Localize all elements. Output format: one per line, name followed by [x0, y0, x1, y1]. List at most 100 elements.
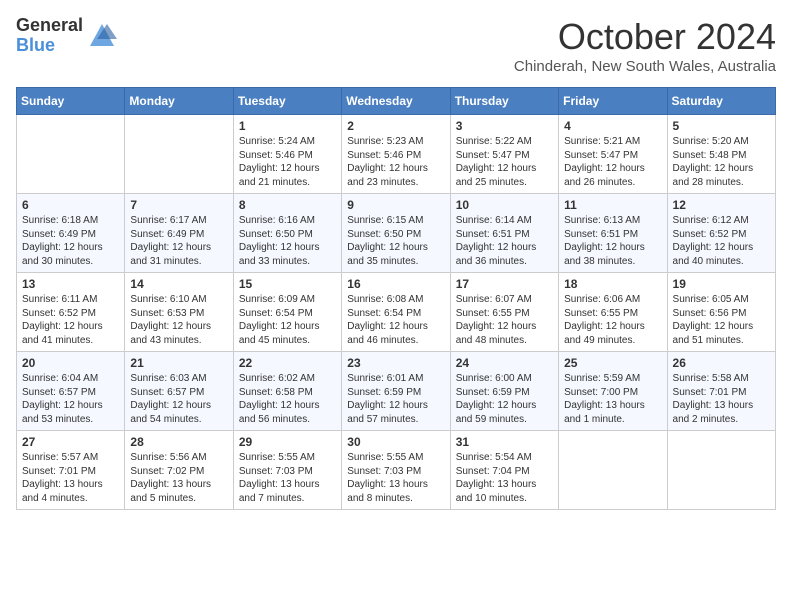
day-info: Sunrise: 6:01 AM Sunset: 6:59 PM Dayligh… [347, 372, 444, 426]
location-subtitle: Chinderah, New South Wales, Australia [514, 58, 776, 75]
calendar-cell: 25 Sunrise: 5:59 AM Sunset: 7:00 PM Dayli… [559, 352, 667, 431]
day-info: Sunrise: 5:22 AM Sunset: 5:47 PM Dayligh… [456, 135, 553, 189]
calendar-cell: 20Sunrise: 6:04 AM Sunset: 6:57 PM Dayli… [17, 352, 125, 431]
day-number: 14 [130, 277, 227, 291]
day-number: 8 [239, 198, 336, 212]
day-of-week-header: Thursday [450, 88, 558, 115]
day-info: Sunrise: 5:59 AM Sunset: 7:00 PM Dayligh… [564, 372, 661, 426]
calendar-table: SundayMondayTuesdayWednesdayThursdayFrid… [16, 87, 776, 510]
calendar-cell [125, 115, 233, 194]
calendar-cell: 14 Sunrise: 6:10 AM Sunset: 6:53 PM Dayli… [125, 273, 233, 352]
logo: General Blue [16, 16, 117, 56]
day-info: Sunrise: 6:15 AM Sunset: 6:50 PM Dayligh… [347, 214, 444, 268]
day-of-week-header: Friday [559, 88, 667, 115]
day-of-week-header: Saturday [667, 88, 775, 115]
page-header: General Blue October 2024 Chinderah, New… [16, 16, 776, 75]
day-number: 24 [456, 356, 553, 370]
calendar-cell: 5 Sunrise: 5:20 AM Sunset: 5:48 PM Daylig… [667, 115, 775, 194]
day-number: 21 [130, 356, 227, 370]
month-title: October 2024 [514, 16, 776, 58]
day-info: Sunrise: 6:07 AM Sunset: 6:55 PM Dayligh… [456, 293, 553, 347]
calendar-cell: 17Sunrise: 6:07 AM Sunset: 6:55 PM Dayli… [450, 273, 558, 352]
day-info: Sunrise: 5:57 AM Sunset: 7:01 PM Dayligh… [22, 451, 119, 505]
calendar-week-row: 1Sunrise: 5:24 AM Sunset: 5:46 PM Daylig… [17, 115, 776, 194]
day-of-week-header: Monday [125, 88, 233, 115]
day-number: 19 [673, 277, 770, 291]
day-info: Sunrise: 5:20 AM Sunset: 5:48 PM Dayligh… [673, 135, 770, 189]
calendar-cell: 2 Sunrise: 5:23 AM Sunset: 5:46 PM Daylig… [342, 115, 450, 194]
day-info: Sunrise: 5:58 AM Sunset: 7:01 PM Dayligh… [673, 372, 770, 426]
day-number: 16 [347, 277, 444, 291]
calendar-cell: 28Sunrise: 5:56 AM Sunset: 7:02 PM Dayli… [125, 431, 233, 510]
logo-icon [87, 21, 117, 51]
calendar-cell: 24Sunrise: 6:00 AM Sunset: 6:59 PM Dayli… [450, 352, 558, 431]
calendar-cell: 26 Sunrise: 5:58 AM Sunset: 7:01 PM Dayli… [667, 352, 775, 431]
day-number: 5 [673, 119, 770, 133]
calendar-cell: 30 Sunrise: 5:55 AM Sunset: 7:03 PM Dayli… [342, 431, 450, 510]
calendar-cell [667, 431, 775, 510]
calendar-cell: 18Sunrise: 6:06 AM Sunset: 6:55 PM Dayli… [559, 273, 667, 352]
day-number: 20 [22, 356, 119, 370]
day-info: Sunrise: 5:56 AM Sunset: 7:02 PM Dayligh… [130, 451, 227, 505]
day-number: 2 [347, 119, 444, 133]
day-number: 25 [564, 356, 661, 370]
day-info: Sunrise: 5:55 AM Sunset: 7:03 PM Dayligh… [347, 451, 444, 505]
calendar-header-row: SundayMondayTuesdayWednesdayThursdayFrid… [17, 88, 776, 115]
day-info: Sunrise: 6:08 AM Sunset: 6:54 PM Dayligh… [347, 293, 444, 347]
day-info: Sunrise: 6:05 AM Sunset: 6:56 PM Dayligh… [673, 293, 770, 347]
calendar-cell: 8 Sunrise: 6:16 AM Sunset: 6:50 PM Daylig… [233, 194, 341, 273]
day-number: 4 [564, 119, 661, 133]
day-of-week-header: Sunday [17, 88, 125, 115]
logo-blue-text: Blue [16, 36, 83, 56]
calendar-week-row: 13Sunrise: 6:11 AM Sunset: 6:52 PM Dayli… [17, 273, 776, 352]
day-info: Sunrise: 6:18 AM Sunset: 6:49 PM Dayligh… [22, 214, 119, 268]
day-number: 15 [239, 277, 336, 291]
calendar-cell: 15 Sunrise: 6:09 AM Sunset: 6:54 PM Dayli… [233, 273, 341, 352]
day-number: 22 [239, 356, 336, 370]
calendar-week-row: 6 Sunrise: 6:18 AM Sunset: 6:49 PM Daylig… [17, 194, 776, 273]
day-number: 6 [22, 198, 119, 212]
day-number: 29 [239, 435, 336, 449]
day-info: Sunrise: 6:16 AM Sunset: 6:50 PM Dayligh… [239, 214, 336, 268]
day-of-week-header: Wednesday [342, 88, 450, 115]
logo-general-text: General [16, 16, 83, 36]
day-of-week-header: Tuesday [233, 88, 341, 115]
day-number: 11 [564, 198, 661, 212]
day-number: 31 [456, 435, 553, 449]
day-info: Sunrise: 6:13 AM Sunset: 6:51 PM Dayligh… [564, 214, 661, 268]
calendar-cell: 9 Sunrise: 6:15 AM Sunset: 6:50 PM Daylig… [342, 194, 450, 273]
day-number: 3 [456, 119, 553, 133]
calendar-cell: 23 Sunrise: 6:01 AM Sunset: 6:59 PM Dayli… [342, 352, 450, 431]
day-number: 27 [22, 435, 119, 449]
day-info: Sunrise: 6:09 AM Sunset: 6:54 PM Dayligh… [239, 293, 336, 347]
title-section: October 2024 Chinderah, New South Wales,… [514, 16, 776, 75]
calendar-cell: 11 Sunrise: 6:13 AM Sunset: 6:51 PM Dayli… [559, 194, 667, 273]
day-number: 7 [130, 198, 227, 212]
day-info: Sunrise: 5:23 AM Sunset: 5:46 PM Dayligh… [347, 135, 444, 189]
day-info: Sunrise: 5:55 AM Sunset: 7:03 PM Dayligh… [239, 451, 336, 505]
day-number: 18 [564, 277, 661, 291]
day-number: 9 [347, 198, 444, 212]
day-number: 23 [347, 356, 444, 370]
day-number: 30 [347, 435, 444, 449]
calendar-cell: 3 Sunrise: 5:22 AM Sunset: 5:47 PM Daylig… [450, 115, 558, 194]
calendar-cell: 12Sunrise: 6:12 AM Sunset: 6:52 PM Dayli… [667, 194, 775, 273]
calendar-cell: 10Sunrise: 6:14 AM Sunset: 6:51 PM Dayli… [450, 194, 558, 273]
calendar-week-row: 20Sunrise: 6:04 AM Sunset: 6:57 PM Dayli… [17, 352, 776, 431]
calendar-cell: 1Sunrise: 5:24 AM Sunset: 5:46 PM Daylig… [233, 115, 341, 194]
day-info: Sunrise: 6:03 AM Sunset: 6:57 PM Dayligh… [130, 372, 227, 426]
day-info: Sunrise: 5:24 AM Sunset: 5:46 PM Dayligh… [239, 135, 336, 189]
day-number: 26 [673, 356, 770, 370]
calendar-cell: 4Sunrise: 5:21 AM Sunset: 5:47 PM Daylig… [559, 115, 667, 194]
calendar-cell [559, 431, 667, 510]
calendar-cell: 31Sunrise: 5:54 AM Sunset: 7:04 PM Dayli… [450, 431, 558, 510]
calendar-cell: 22Sunrise: 6:02 AM Sunset: 6:58 PM Dayli… [233, 352, 341, 431]
day-number: 13 [22, 277, 119, 291]
calendar-cell: 27 Sunrise: 5:57 AM Sunset: 7:01 PM Dayli… [17, 431, 125, 510]
calendar-cell: 16 Sunrise: 6:08 AM Sunset: 6:54 PM Dayli… [342, 273, 450, 352]
calendar-cell: 29 Sunrise: 5:55 AM Sunset: 7:03 PM Dayli… [233, 431, 341, 510]
calendar-cell: 13Sunrise: 6:11 AM Sunset: 6:52 PM Dayli… [17, 273, 125, 352]
day-info: Sunrise: 6:10 AM Sunset: 6:53 PM Dayligh… [130, 293, 227, 347]
calendar-cell: 21 Sunrise: 6:03 AM Sunset: 6:57 PM Dayli… [125, 352, 233, 431]
calendar-week-row: 27 Sunrise: 5:57 AM Sunset: 7:01 PM Dayli… [17, 431, 776, 510]
